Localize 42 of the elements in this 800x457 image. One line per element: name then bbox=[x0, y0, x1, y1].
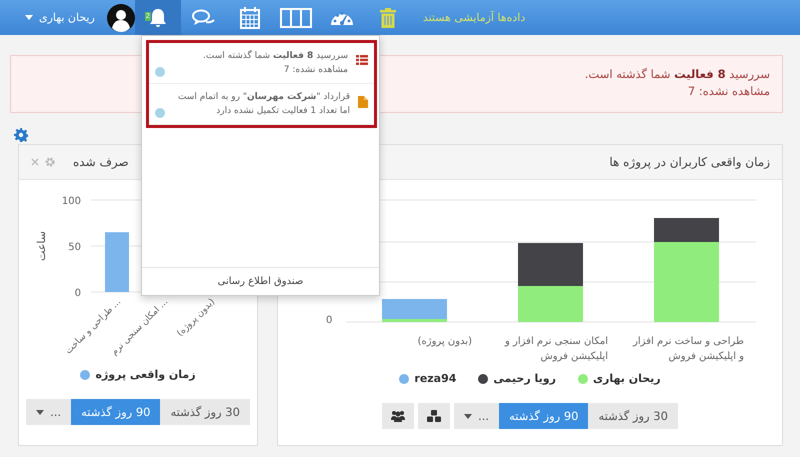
user-menu-button[interactable]: ریحان بهاری bbox=[25, 11, 95, 24]
y-tick-label: 0 bbox=[74, 288, 81, 299]
date-range-button[interactable]: 90 روز گذشته bbox=[71, 399, 160, 425]
date-range-button[interactable]: 90 روز گذشته bbox=[499, 403, 588, 429]
y-tick-label: 100 bbox=[62, 196, 81, 207]
demo-data-notice: داده‌ها آزمایشی هستند bbox=[422, 11, 526, 24]
bar-segment bbox=[518, 286, 583, 322]
date-range-button[interactable]: 30 روز گذشته bbox=[160, 399, 250, 425]
notification-inbox-link[interactable]: صندوق اطلاع رسانی bbox=[142, 267, 379, 295]
columns-icon bbox=[280, 8, 312, 28]
legend-item[interactable]: زمان واقعی پروژه bbox=[80, 368, 196, 381]
legend-item[interactable]: رویا رحیمی bbox=[478, 372, 556, 385]
caret-icon bbox=[36, 410, 44, 414]
notification-item[interactable]: سررسید 8 فعالیت شما گذشته است. مشاهده نشده: 7 bbox=[149, 43, 374, 84]
users-button[interactable] bbox=[382, 403, 414, 429]
cubes-icon bbox=[427, 410, 442, 422]
legend-item[interactable]: reza94 bbox=[399, 372, 456, 385]
bell-icon bbox=[148, 8, 168, 28]
panel-title: صرف شده bbox=[73, 155, 129, 169]
notification-item[interactable]: قرارداد "شرکت مهرسان" رو به اتمام است اما تعداد 1 فعالیت تکمیل نشده دارد bbox=[149, 84, 374, 125]
cubes-button[interactable] bbox=[418, 403, 450, 429]
avatar-icon[interactable] bbox=[106, 4, 135, 32]
y-axis-title: ساعت bbox=[35, 231, 48, 261]
y-tick-label: 50 bbox=[68, 242, 81, 253]
more-dropdown-button[interactable]: ... bbox=[454, 403, 500, 429]
speech-bubbles-icon bbox=[192, 8, 216, 26]
settings-icon[interactable] bbox=[14, 128, 28, 142]
bar-segment bbox=[518, 243, 583, 286]
x-axis-label: طراحی و ساخت نرم افزار و اپلیکیشن فروش bbox=[632, 335, 745, 364]
x-axis-label: (بدون پروژه) bbox=[416, 335, 473, 349]
users-icon bbox=[391, 410, 406, 422]
trash-icon bbox=[380, 8, 396, 28]
panel-title: زمان واقعی کاربران در پروژه ها bbox=[609, 155, 770, 169]
caret-icon bbox=[464, 414, 472, 418]
calendar-icon bbox=[240, 6, 260, 28]
x-tick-label: (بدون پروژه) bbox=[175, 297, 218, 339]
legend-item[interactable]: ریحان بهاری bbox=[578, 372, 661, 385]
more-dropdown-button[interactable]: ... bbox=[26, 399, 72, 425]
caret-icon bbox=[25, 15, 33, 20]
x-axis-label: امکان سنجی نرم افزار و اپلیکیشن فروش bbox=[504, 335, 609, 364]
y-tick-label: 0 bbox=[326, 315, 332, 326]
date-range-button[interactable]: 30 روز گذشته bbox=[588, 403, 678, 429]
